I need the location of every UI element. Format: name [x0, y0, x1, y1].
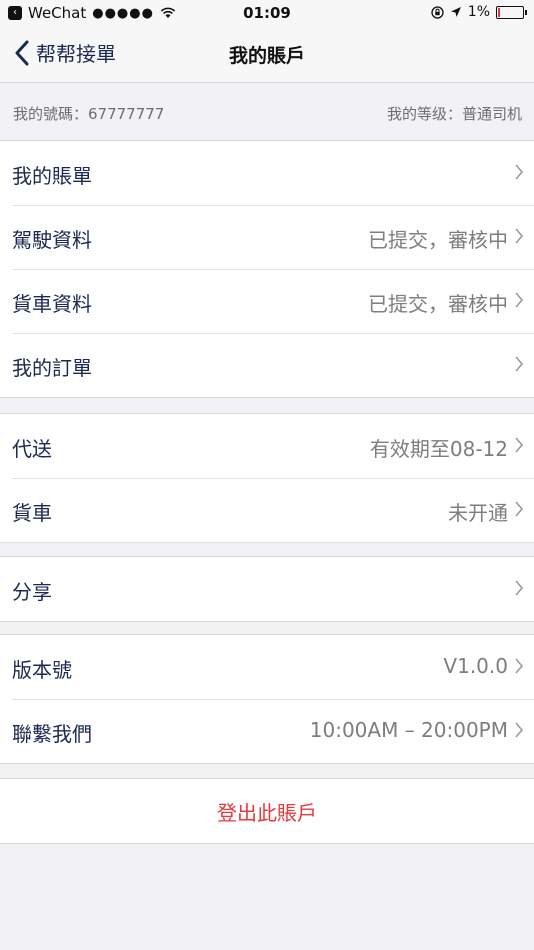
- row-share[interactable]: 分享: [0, 557, 534, 621]
- row-label: 我的賬單: [12, 164, 92, 188]
- row-truck-info[interactable]: 貨車資料 已提交，審核中: [0, 269, 534, 333]
- row-value: 有效期至08-12: [369, 437, 508, 461]
- row-version[interactable]: 版本號 V1.0.0: [0, 635, 534, 699]
- row-contact-us[interactable]: 聯繫我們 10:00AM – 20:00PM: [0, 699, 534, 763]
- battery-percent: 1%: [467, 4, 490, 20]
- row-label: 貨車: [12, 501, 52, 525]
- row-my-orders[interactable]: 我的訂單: [0, 333, 534, 397]
- row-value: 10:00AM – 20:00PM: [309, 718, 508, 742]
- account-number: 我的號碼：67777777: [13, 105, 165, 123]
- chevron-right-icon: [515, 658, 524, 674]
- row-label: 聯繫我們: [12, 722, 92, 746]
- row-driver-info[interactable]: 駕駛資料 已提交，審核中: [0, 205, 534, 269]
- chevron-right-icon: [515, 356, 524, 372]
- row-truck-service[interactable]: 貨車 未开通: [0, 478, 534, 542]
- status-right: 1%: [431, 4, 527, 20]
- orientation-lock-icon: [431, 5, 444, 19]
- settings-group-service: 代送 有效期至08-12 貨車 未开通: [0, 413, 534, 543]
- logout-button-label: 登出此賬戶: [217, 801, 317, 825]
- row-label: 我的訂單: [12, 356, 92, 380]
- logout-button[interactable]: 登出此賬戶: [0, 778, 534, 844]
- row-value: 已提交，審核中: [368, 228, 508, 252]
- settings-group-share: 分享: [0, 556, 534, 622]
- row-delivery-service[interactable]: 代送 有效期至08-12: [0, 414, 534, 478]
- chevron-right-icon: [515, 164, 524, 180]
- row-label: 代送: [12, 437, 52, 461]
- chevron-right-icon: [515, 228, 524, 244]
- battery-icon: [496, 5, 527, 19]
- settings-group-account: 我的賬單 駕駛資料 已提交，審核中 貨車資料 已提交，審核中 我的訂單: [0, 140, 534, 398]
- row-label: 貨車資料: [12, 292, 92, 316]
- chevron-right-icon: [515, 580, 524, 596]
- chevron-right-icon: [515, 501, 524, 517]
- settings-group-about: 版本號 V1.0.0 聯繫我們 10:00AM – 20:00PM: [0, 634, 534, 764]
- navigation-bar: 帮帮接單 我的賬戶: [0, 28, 534, 83]
- status-bar: ‹ WeChat ●●●●● 01:09 1%: [0, 0, 534, 28]
- row-my-bills[interactable]: 我的賬單: [0, 141, 534, 205]
- row-value: 未开通: [448, 501, 508, 525]
- location-arrow-icon: [450, 7, 461, 17]
- account-level: 我的等级：普通司机: [386, 105, 522, 123]
- chevron-right-icon: [515, 292, 524, 308]
- chevron-right-icon: [515, 437, 524, 453]
- chevron-right-icon: [515, 722, 524, 738]
- row-label: 分享: [12, 580, 52, 604]
- page-title: 我的賬戶: [228, 45, 305, 67]
- row-label: 駕駛資料: [12, 228, 92, 252]
- account-info-strip: 我的號碼：67777777 我的等级：普通司机: [0, 83, 534, 141]
- row-label: 版本號: [12, 658, 72, 682]
- row-value: 已提交，審核中: [368, 292, 508, 316]
- row-value: V1.0.0: [443, 654, 508, 678]
